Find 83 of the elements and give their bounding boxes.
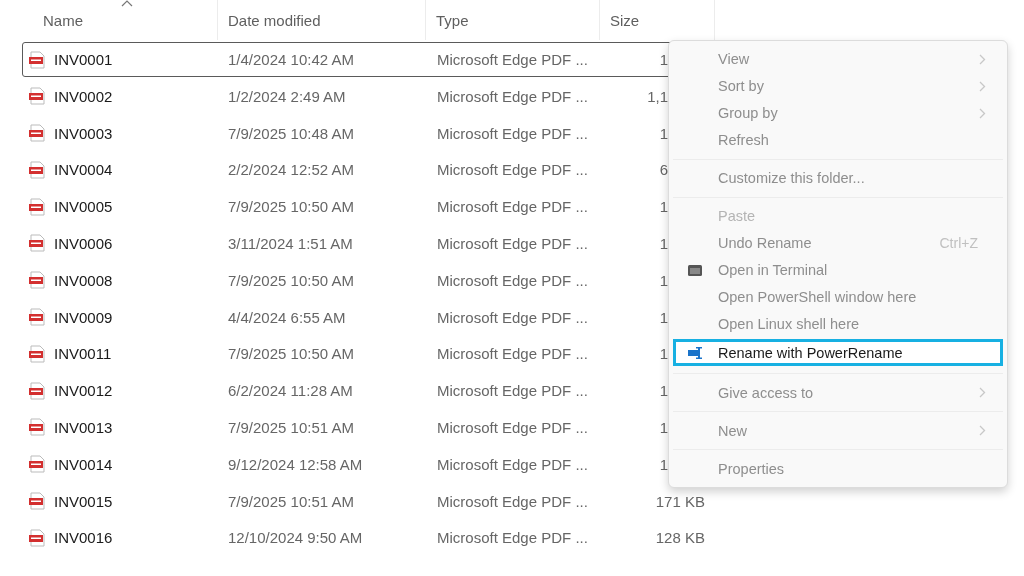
rename-icon	[688, 345, 703, 360]
size-cell: 1	[659, 345, 668, 363]
date-cell-text: 1/2/2024 2:49 AM	[227, 87, 347, 105]
size-cell: 1	[659, 235, 668, 252]
pdf-file-icon	[28, 87, 46, 106]
type-cell-text: Microsoft Edge PDF ...	[436, 87, 589, 105]
pdf-file-icon	[28, 418, 46, 437]
pdf-file-icon	[28, 492, 46, 511]
size-cell: 1	[659, 51, 668, 68]
column-header[interactable]: Name	[0, 0, 218, 40]
sort-caret-icon	[120, 0, 133, 7]
type-cell-text: Microsoft Edge PDF ...	[436, 161, 589, 179]
size-cell: 1	[659, 308, 668, 326]
pdf-file-icon	[28, 124, 46, 143]
column-header[interactable]: Type	[426, 0, 600, 40]
date-cell-text: 3/11/2024 1:51 AM	[227, 235, 354, 252]
type-cell-text: Microsoft Edge PDF ...	[436, 271, 589, 289]
date-cell-text: 4/4/2024 6:55 AM	[227, 308, 347, 326]
date-cell-text: 7/9/2025 10:51 AM	[227, 418, 355, 436]
date-cell-text: 12/10/2024 9:50 AM	[227, 529, 364, 547]
type-cell-text: Microsoft Edge PDF ...	[436, 345, 589, 363]
file-name: INV0001	[54, 51, 113, 68]
date-cell-text: 2/2/2024 12:52 AM	[227, 161, 355, 179]
pdf-file-icon	[28, 234, 46, 253]
type-cell-text: Microsoft Edge PDF ...	[436, 308, 589, 326]
date-cell-text: 6/2/2024 11:28 AM	[227, 382, 354, 400]
file-name: INV0012	[54, 382, 113, 400]
terminal-icon	[688, 264, 702, 276]
date-cell-text: 9/12/2024 12:58 AM	[227, 455, 364, 473]
size-cell: 1	[659, 271, 668, 289]
file-name: INV0011	[54, 345, 112, 363]
chevron-right-icon	[979, 425, 986, 437]
pdf-file-icon	[28, 160, 46, 179]
size-cell: 1	[659, 455, 668, 473]
size-cell: 1	[659, 124, 668, 142]
pdf-file-icon	[28, 308, 46, 327]
date-cell-text: 1/4/2024 10:42 AM	[227, 51, 355, 68]
type-cell-text: Microsoft Edge PDF ...	[436, 529, 589, 547]
type-cell-text: Microsoft Edge PDF ...	[436, 455, 589, 473]
date-cell-text: 7/9/2025 10:51 AM	[227, 492, 355, 510]
pdf-file-icon	[28, 381, 46, 400]
type-cell-text: Microsoft Edge PDF ...	[436, 235, 589, 252]
pdf-file-icon	[28, 197, 46, 216]
date-cell-text: 7/9/2025 10:50 AM	[227, 271, 355, 289]
type-cell-text: Microsoft Edge PDF ...	[436, 198, 589, 216]
size-cell: 1,1	[647, 87, 668, 105]
file-name: INV0004	[54, 161, 113, 179]
chevron-right-icon	[979, 107, 986, 119]
type-cell-text: Microsoft Edge PDF ...	[436, 124, 589, 142]
type-cell-text: Microsoft Edge PDF ...	[436, 51, 589, 68]
date-cell-text: 7/9/2025 10:48 AM	[227, 124, 355, 142]
pdf-file-icon	[28, 528, 46, 547]
size-cell: 128 KB	[655, 529, 705, 547]
pdf-file-icon	[28, 50, 46, 69]
type-cell-text: Microsoft Edge PDF ...	[436, 492, 589, 510]
file-name: INV0009	[54, 308, 113, 326]
pdf-file-icon	[28, 344, 46, 363]
date-cell-text: 7/9/2025 10:50 AM	[227, 345, 355, 363]
file-name: INV0013	[54, 418, 113, 436]
type-cell-text: Microsoft Edge PDF ...	[436, 418, 589, 436]
file-name: INV0016	[54, 529, 113, 547]
pdf-file-icon	[28, 455, 46, 474]
column-header[interactable]: Date modified	[218, 0, 426, 40]
file-name: INV0006	[54, 235, 113, 252]
chevron-right-icon	[979, 53, 986, 65]
size-cell: 1	[659, 198, 668, 216]
pdf-file-icon	[28, 271, 46, 290]
file-name: INV0003	[54, 124, 113, 142]
file-name: INV0015	[54, 492, 113, 510]
size-cell: 1	[659, 418, 668, 436]
file-name: INV0014	[54, 455, 113, 473]
size-cell: 171 KB	[655, 492, 705, 510]
chevron-right-icon	[979, 80, 986, 92]
size-cell: 6	[659, 161, 668, 179]
date-cell-text: 7/9/2025 10:50 AM	[227, 198, 355, 216]
size-cell: 1	[659, 382, 668, 400]
file-name: INV0002	[54, 87, 113, 105]
chevron-right-icon	[979, 387, 986, 399]
type-cell-text: Microsoft Edge PDF ...	[436, 382, 589, 400]
shortcut-text: Ctrl+Z	[939, 235, 978, 252]
file-name: INV0005	[54, 198, 113, 216]
menu-item[interactable]: Rename with PowerRename	[673, 339, 1003, 367]
file-name: INV0008	[54, 271, 113, 289]
